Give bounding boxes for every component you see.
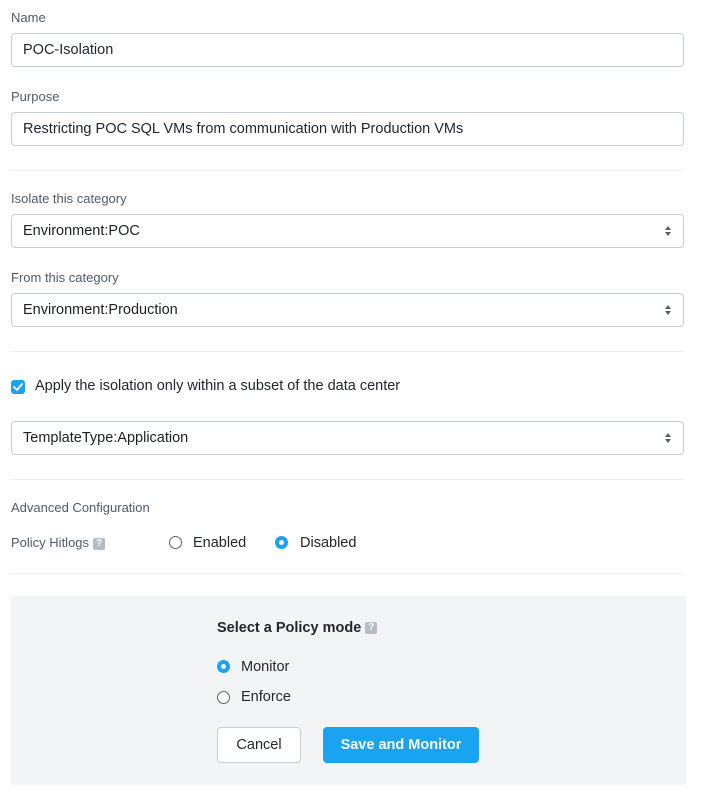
subset-checkbox-label[interactable]: Apply the isolation only within a subset…	[35, 378, 400, 394]
advanced-configuration-heading: Advanced Configuration	[11, 500, 150, 515]
subset-checkbox[interactable]	[11, 380, 25, 394]
from-category-label: From this category	[11, 270, 119, 285]
save-and-monitor-button[interactable]: Save and Monitor	[323, 727, 479, 763]
name-input[interactable]: POC-Isolation	[11, 33, 684, 67]
isolate-category-value: Environment:POC	[23, 223, 140, 239]
mode-monitor-radio[interactable]	[217, 660, 230, 673]
subset-category-select[interactable]: TemplateType:Application	[11, 421, 684, 455]
purpose-input-value: Restricting POC SQL VMs from communicati…	[23, 121, 464, 137]
mode-enforce-label[interactable]: Enforce	[241, 689, 291, 705]
policy-hitlogs-label: Policy Hitlogs?	[11, 535, 106, 550]
name-label: Name	[11, 10, 46, 25]
checkmark-icon	[13, 383, 23, 391]
from-category-value: Environment:Production	[23, 302, 178, 318]
purpose-input[interactable]: Restricting POC SQL VMs from communicati…	[11, 112, 684, 146]
section-divider	[11, 573, 684, 574]
subset-category-value: TemplateType:Application	[23, 430, 189, 446]
cancel-button[interactable]: Cancel	[217, 727, 301, 763]
from-category-select[interactable]: Environment:Production	[11, 293, 684, 327]
question-icon[interactable]: ?	[365, 622, 378, 635]
hitlogs-disabled-radio[interactable]	[275, 536, 288, 549]
name-input-value: POC-Isolation	[23, 42, 114, 58]
hitlogs-disabled-label[interactable]: Disabled	[300, 535, 356, 551]
policy-mode-title: Select a Policy mode?	[217, 620, 378, 636]
hitlogs-enabled-radio[interactable]	[169, 536, 182, 549]
select-arrows-icon	[664, 303, 672, 317]
mode-monitor-label[interactable]: Monitor	[241, 659, 289, 675]
section-divider	[11, 170, 684, 171]
purpose-label: Purpose	[11, 89, 60, 104]
section-divider	[11, 351, 684, 352]
isolate-category-select[interactable]: Environment:POC	[11, 214, 684, 248]
mode-enforce-radio[interactable]	[217, 691, 230, 704]
section-divider	[11, 479, 684, 480]
isolate-category-label: Isolate this category	[11, 191, 127, 206]
policy-mode-title-text: Select a Policy mode	[217, 620, 362, 636]
hitlogs-enabled-label[interactable]: Enabled	[193, 535, 246, 551]
select-arrows-icon	[664, 224, 672, 238]
question-icon[interactable]: ?	[93, 537, 106, 550]
select-arrows-icon	[664, 431, 672, 445]
isolation-policy-form: Name POC-Isolation Purpose Restricting P…	[0, 0, 704, 795]
policy-hitlogs-text: Policy Hitlogs	[11, 535, 90, 550]
